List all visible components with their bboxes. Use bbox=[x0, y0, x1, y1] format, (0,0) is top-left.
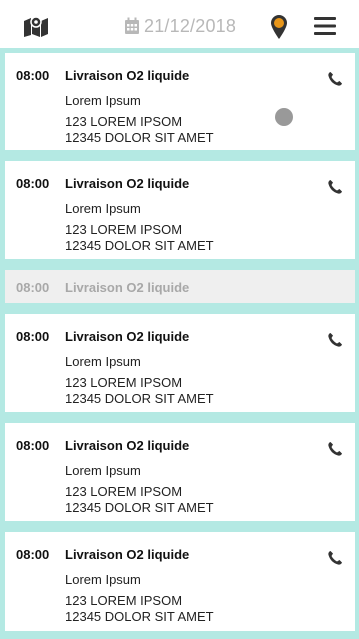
delivery-time: 08:00 bbox=[16, 176, 50, 191]
delivery-card[interactable]: 08:00 Livraison O2 liquide Lorem Ipsum 1… bbox=[5, 314, 355, 412]
delivery-subtitle: Lorem Ipsum bbox=[65, 572, 141, 587]
delivery-address-line1: 123 LOREM IPSOM bbox=[65, 593, 183, 608]
delivery-title: Livraison O2 liquide bbox=[65, 176, 190, 191]
delivery-address-line1: 123 LOREM IPSOM bbox=[65, 222, 183, 237]
delivery-subtitle: Lorem Ipsum bbox=[65, 463, 141, 478]
delivery-address-line2: 12345 DOLOR SIT AMET bbox=[65, 391, 214, 406]
map-icon[interactable] bbox=[23, 15, 49, 37]
delivery-card[interactable]: 08:00 Livraison O2 liquide Lorem Ipsum 1… bbox=[5, 161, 355, 259]
phone-icon[interactable] bbox=[327, 179, 343, 195]
delivery-address-line2: 12345 DOLOR SIT AMET bbox=[65, 130, 214, 145]
top-bar: 21/12/2018 bbox=[0, 0, 359, 48]
delivery-address-line2: 12345 DOLOR SIT AMET bbox=[65, 609, 214, 624]
delivery-title: Livraison O2 liquide bbox=[65, 329, 190, 344]
delivery-subtitle: Lorem Ipsum bbox=[65, 201, 141, 216]
delivery-list[interactable]: 08:00 Livraison O2 liquide Lorem Ipsum 1… bbox=[0, 48, 359, 639]
delivery-title: Livraison O2 liquide bbox=[65, 438, 190, 453]
collapsed-delivery-row[interactable]: 08:00 Livraison O2 liquide bbox=[5, 270, 355, 303]
calendar-icon bbox=[124, 17, 140, 35]
date-display[interactable]: 21/12/2018 bbox=[124, 14, 236, 38]
delivery-address-line2: 12345 DOLOR SIT AMET bbox=[65, 500, 214, 515]
delivery-subtitle: Lorem Ipsum bbox=[65, 354, 141, 369]
phone-icon[interactable] bbox=[327, 332, 343, 348]
delivery-address-line2: 12345 DOLOR SIT AMET bbox=[65, 238, 214, 253]
location-pin-icon[interactable] bbox=[269, 14, 289, 40]
delivery-address-line1: 123 LOREM IPSOM bbox=[65, 484, 183, 499]
delivery-title: Livraison O2 liquide bbox=[65, 68, 190, 83]
phone-icon[interactable] bbox=[327, 71, 343, 87]
status-dot bbox=[275, 108, 293, 126]
delivery-address-line1: 123 LOREM IPSOM bbox=[65, 375, 183, 390]
date-text: 21/12/2018 bbox=[144, 15, 237, 36]
delivery-time: 08:00 bbox=[16, 547, 50, 562]
delivery-card[interactable]: 08:00 Livraison O2 liquide Lorem Ipsum 1… bbox=[5, 532, 355, 631]
delivery-time: 08:00 bbox=[16, 68, 50, 83]
phone-icon[interactable] bbox=[327, 441, 343, 457]
delivery-subtitle: Lorem Ipsum bbox=[65, 93, 141, 108]
delivery-title: Livraison O2 liquide bbox=[65, 547, 190, 562]
delivery-time: 08:00 bbox=[16, 438, 50, 453]
delivery-card[interactable]: 08:00 Livraison O2 liquide Lorem Ipsum 1… bbox=[5, 53, 355, 150]
menu-icon[interactable] bbox=[314, 16, 336, 36]
collapsed-title: Livraison O2 liquide bbox=[65, 280, 190, 295]
collapsed-time: 08:00 bbox=[16, 280, 50, 295]
phone-icon[interactable] bbox=[327, 550, 343, 566]
delivery-address-line1: 123 LOREM IPSOM bbox=[65, 114, 183, 129]
delivery-card[interactable]: 08:00 Livraison O2 liquide Lorem Ipsum 1… bbox=[5, 423, 355, 521]
delivery-time: 08:00 bbox=[16, 329, 50, 344]
